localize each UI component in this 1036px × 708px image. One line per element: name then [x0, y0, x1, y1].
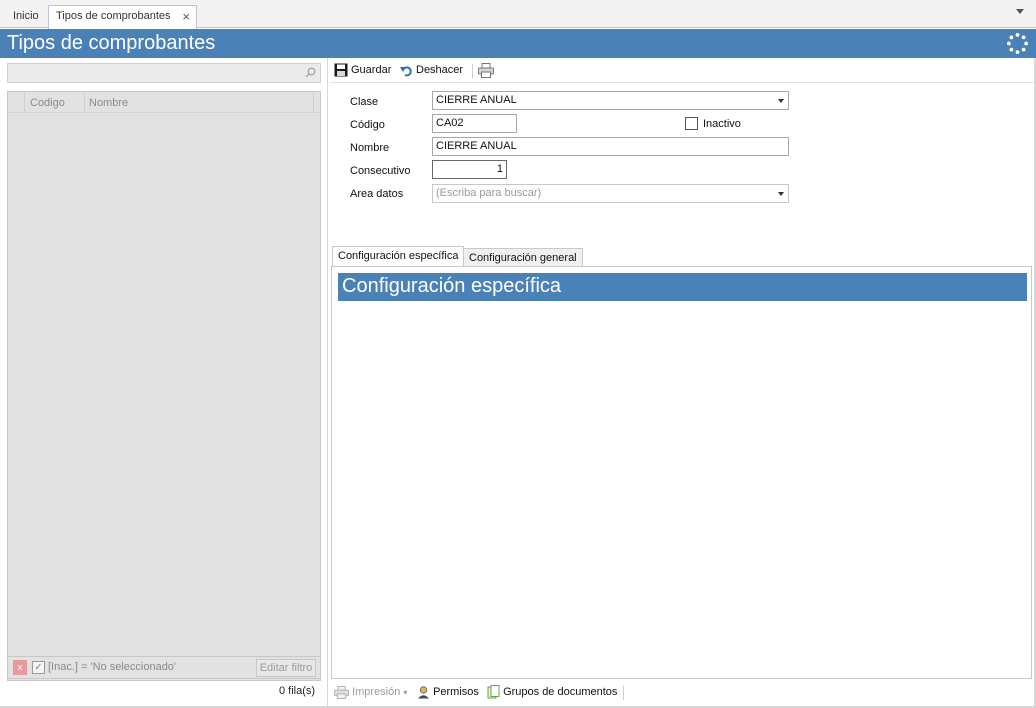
- undo-label: Deshacer: [416, 64, 464, 76]
- impresion-button[interactable]: Impresión ▾: [334, 685, 407, 700]
- bottom-bar-divider: [623, 686, 624, 700]
- area-datos-select[interactable]: (Escriba para buscar): [432, 184, 789, 203]
- nombre-label: Nombre: [350, 142, 390, 154]
- title-bar: Tipos de comprobantes: [0, 29, 1036, 58]
- records-grid[interactable]: Codigo Nombre: [7, 91, 321, 681]
- permisos-label: Permisos: [433, 686, 479, 698]
- search-icon[interactable]: [305, 67, 316, 81]
- save-label: Guardar: [351, 64, 392, 76]
- filter-expression: [Inac.] = 'No seleccionado': [48, 661, 177, 673]
- inactivo-checkbox[interactable]: [685, 117, 698, 130]
- floppy-icon: [334, 63, 348, 77]
- page-title: Tipos de comprobantes: [7, 32, 216, 54]
- filter-enabled-checkbox[interactable]: ✓: [32, 661, 45, 674]
- dropdown-arrow-icon[interactable]: ▾: [403, 688, 407, 697]
- tab-tipos-label: Tipos de comprobantes: [56, 10, 171, 22]
- clase-label: Clase: [350, 96, 379, 108]
- filter-bar: x ✓ [Inac.] = 'No seleccionado' Editar f…: [7, 656, 321, 679]
- tab-inicio-label: Inicio: [13, 10, 39, 22]
- document-groups-icon: [487, 685, 500, 699]
- grupos-de-documentos-button[interactable]: Grupos de documentos: [487, 685, 617, 699]
- undo-icon: [400, 66, 412, 76]
- edit-filter-button[interactable]: Editar filtro: [256, 659, 316, 677]
- grid-row-indicator: [8, 92, 25, 113]
- printer-icon: [478, 63, 494, 78]
- toolbar-divider: [472, 64, 473, 78]
- codigo-label: Código: [350, 119, 385, 131]
- print-button[interactable]: [478, 63, 497, 79]
- codigo-value: CA02: [436, 117, 464, 129]
- tab-list-dropdown-icon[interactable]: [1016, 9, 1024, 14]
- consecutivo-label: Consecutivo: [350, 165, 411, 177]
- document-tab-strip: Inicio Tipos de comprobantes ×: [0, 0, 1036, 29]
- column-divider: [84, 92, 85, 113]
- permissions-icon: [418, 685, 429, 699]
- tab-general-label: Configuración general: [469, 252, 577, 264]
- search-input[interactable]: [7, 63, 321, 83]
- consecutivo-value: 1: [496, 163, 503, 175]
- clear-filter-button[interactable]: x: [13, 660, 27, 675]
- impresion-label: Impresión: [352, 686, 401, 698]
- toolbar: Guardar Deshacer: [330, 58, 1034, 83]
- area-datos-label: Area datos: [350, 188, 404, 200]
- tab-especifica-label: Configuración específica: [338, 250, 459, 262]
- column-divider: [313, 92, 314, 113]
- loading-spinner-icon: [1006, 32, 1029, 55]
- grupos-label: Grupos de documentos: [503, 686, 618, 698]
- undo-button[interactable]: Deshacer: [400, 63, 463, 79]
- tab-configuracion-especifica[interactable]: Configuración específica: [332, 246, 465, 268]
- consecutivo-field[interactable]: 1: [432, 160, 507, 179]
- row-count: 0 fila(s): [279, 685, 316, 697]
- nombre-field[interactable]: CIERRE ANUAL: [432, 137, 789, 156]
- close-icon[interactable]: ×: [182, 6, 190, 27]
- printer-icon: [334, 685, 349, 699]
- tab-inicio[interactable]: Inicio: [6, 6, 46, 28]
- clase-select[interactable]: CIERRE ANUAL: [432, 91, 789, 110]
- section-title: Configuración específica: [338, 273, 1027, 301]
- column-header-nombre[interactable]: Nombre: [89, 97, 128, 109]
- bottom-action-bar: Impresión ▾ Permisos Grupos de documento…: [330, 682, 1034, 704]
- chevron-down-icon[interactable]: [778, 99, 784, 103]
- tab-content-panel: Configuración específica: [331, 266, 1032, 679]
- list-panel: Codigo Nombre x ✓ [Inac.] = 'No seleccio…: [0, 58, 328, 708]
- permisos-button[interactable]: Permisos: [417, 685, 479, 699]
- tab-configuracion-general[interactable]: Configuración general: [463, 248, 583, 268]
- save-button[interactable]: Guardar: [334, 63, 391, 79]
- column-header-codigo[interactable]: Codigo: [30, 97, 65, 109]
- codigo-field[interactable]: CA02: [432, 114, 517, 133]
- grid-header: Codigo Nombre: [8, 92, 320, 113]
- clase-value: CIERRE ANUAL: [436, 94, 517, 106]
- inactivo-label: Inactivo: [703, 118, 741, 130]
- area-datos-placeholder: (Escriba para buscar): [436, 187, 542, 199]
- tab-tipos-de-comprobantes[interactable]: Tipos de comprobantes ×: [48, 5, 197, 29]
- chevron-down-icon[interactable]: [778, 192, 784, 196]
- nombre-value: CIERRE ANUAL: [436, 140, 517, 152]
